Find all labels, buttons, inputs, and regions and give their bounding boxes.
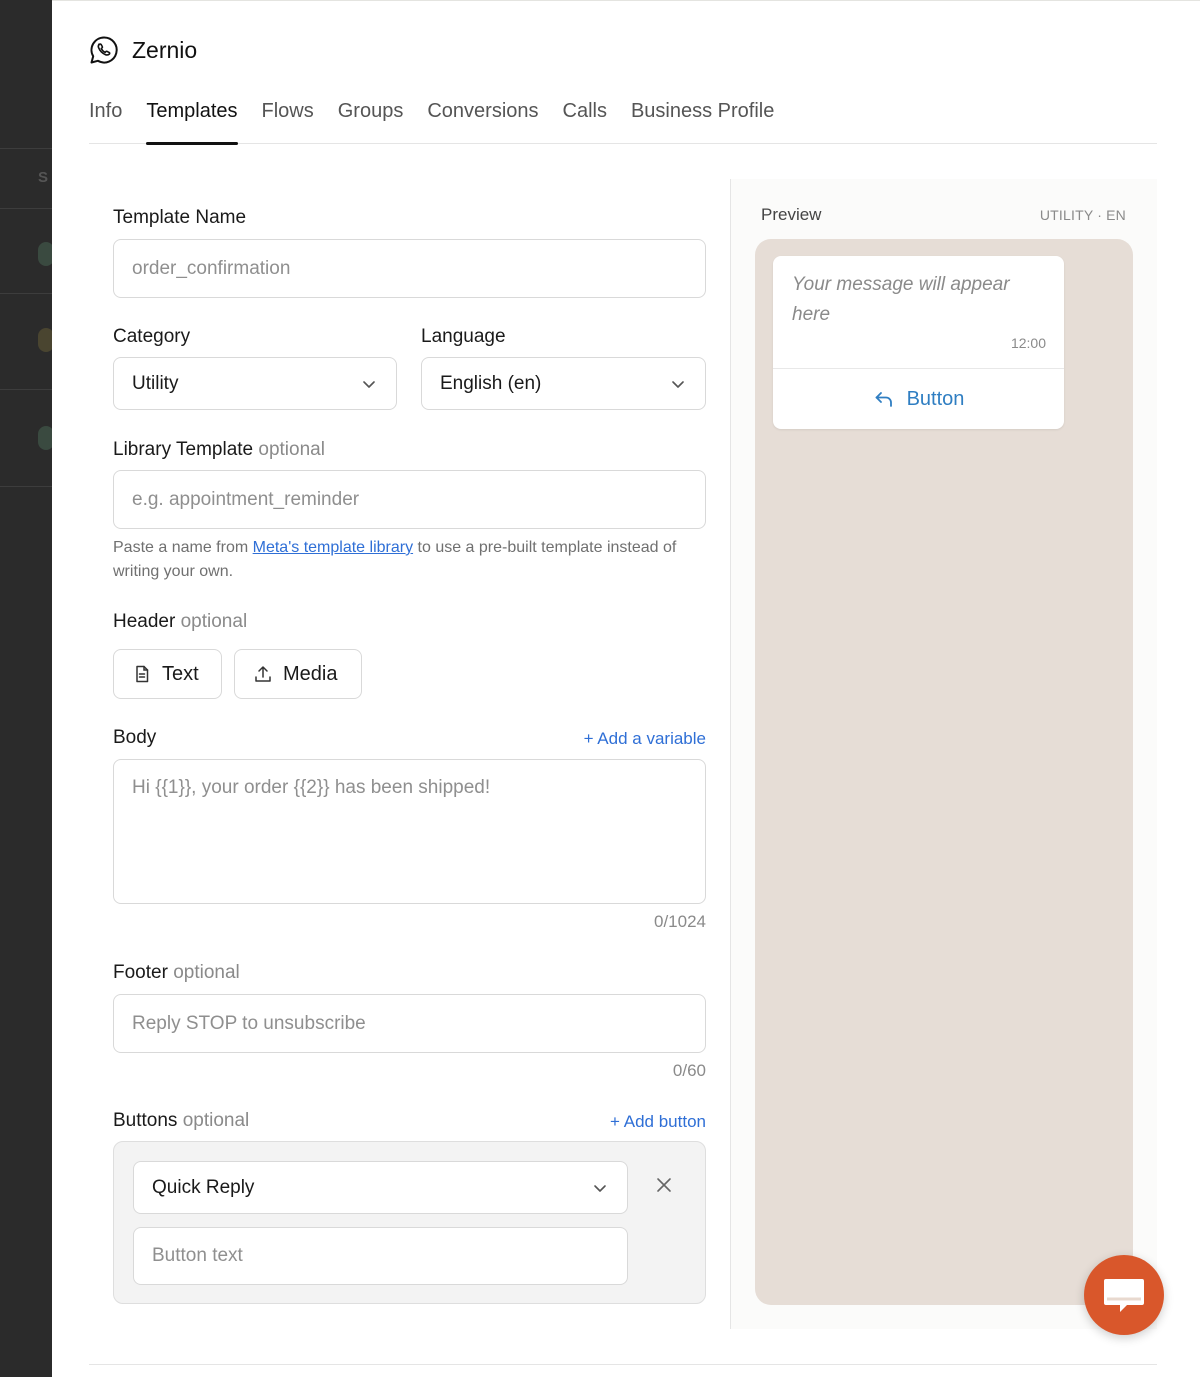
button-config-card: Quick Reply (113, 1141, 706, 1304)
library-template-input[interactable] (113, 470, 706, 529)
optional-tag: optional (180, 611, 248, 632)
header-text-button[interactable]: Text (113, 649, 222, 699)
body-char-counter: 0/1024 (654, 912, 706, 931)
header-media-button[interactable]: Media (234, 649, 362, 699)
backdrop-divider (0, 208, 52, 209)
language-value: English (en) (440, 372, 542, 394)
tab-info[interactable]: Info (89, 97, 122, 144)
backdrop-text: S (38, 169, 49, 186)
chevron-down-icon (594, 1184, 606, 1192)
message-time: 12:00 (1010, 335, 1046, 351)
library-template-label-text: Library Template (113, 439, 254, 460)
upload-icon (255, 666, 271, 682)
language-label: Language (421, 326, 506, 347)
category-select[interactable]: Utility (113, 357, 397, 410)
add-button-link[interactable]: + Add button (610, 1112, 706, 1132)
chat-icon (1104, 1279, 1144, 1312)
buttons-label-text: Buttons (113, 1110, 178, 1131)
message-placeholder: Your message will appear here (792, 274, 1010, 325)
preview-quick-reply-button: Button (773, 369, 1064, 429)
backdrop-divider (0, 486, 52, 487)
button-text-input[interactable] (133, 1227, 628, 1285)
buttons-label: Buttons optional (113, 1110, 249, 1132)
button-type-value: Quick Reply (152, 1176, 255, 1198)
library-template-help: Paste a name from Meta's template librar… (113, 536, 706, 584)
tab-calls[interactable]: Calls (563, 97, 607, 144)
backdrop-avatar (38, 426, 52, 450)
remove-button-icon[interactable] (654, 1175, 674, 1195)
tab-business-profile[interactable]: Business Profile (631, 97, 774, 144)
tab-flows[interactable]: Flows (262, 97, 314, 144)
preview-pane: Preview UTILITY · EN Your message will a… (731, 179, 1157, 1329)
optional-tag: optional (173, 962, 240, 983)
help-text: Paste a name from (113, 539, 253, 556)
whatsapp-icon (90, 36, 118, 64)
backdrop-avatar (38, 242, 52, 266)
preview-button-label: Button (906, 387, 965, 410)
footer-divider (89, 1364, 1157, 1365)
backdrop-divider (0, 148, 52, 149)
document-icon (136, 665, 149, 683)
backdrop-avatar (38, 328, 52, 352)
header-media-button-label: Media (283, 662, 338, 685)
support-chat-button[interactable] (1084, 1255, 1164, 1335)
category-value: Utility (132, 372, 179, 394)
header-text-button-label: Text (162, 662, 199, 685)
preview-title: Preview (761, 205, 822, 224)
message-bubble: Your message will appear here 12:00 Butt… (773, 256, 1064, 429)
tab-conversions[interactable]: Conversions (427, 97, 538, 144)
whatsapp-settings-panel: Zernio Info Templates Flows Groups Conve… (52, 0, 1200, 1377)
language-select[interactable]: English (en) (421, 357, 706, 410)
optional-tag: optional (258, 439, 325, 460)
chevron-down-icon (363, 380, 375, 388)
meta-template-library-link[interactable]: Meta's template library (253, 539, 413, 556)
account-header: Zernio (88, 34, 197, 66)
backdrop-divider (0, 389, 52, 390)
template-name-label: Template Name (113, 207, 247, 228)
add-variable-link[interactable]: + Add a variable (584, 729, 706, 749)
tab-templates[interactable]: Templates (146, 97, 238, 145)
modal-backdrop: S (0, 0, 52, 1377)
body-textarea[interactable] (113, 759, 706, 904)
backdrop-divider (0, 293, 52, 294)
header-label-text: Header (113, 611, 176, 632)
category-label: Category (113, 326, 191, 347)
body-label: Body (113, 727, 157, 748)
footer-input[interactable] (113, 994, 706, 1053)
footer-label-text: Footer (113, 962, 168, 983)
tab-groups[interactable]: Groups (338, 97, 404, 144)
chat-background: Your message will appear here 12:00 Butt… (755, 239, 1133, 1305)
footer-label: Footer optional (113, 962, 240, 984)
optional-tag: optional (182, 1110, 250, 1131)
button-type-select[interactable]: Quick Reply (133, 1161, 628, 1214)
header-label: Header optional (113, 611, 247, 633)
preview-meta: UTILITY · EN (1039, 207, 1126, 223)
tab-bar: Info Templates Flows Groups Conversions … (89, 97, 1157, 145)
template-name-input[interactable] (113, 239, 706, 298)
reply-icon (875, 392, 892, 407)
library-template-label: Library Template optional (113, 439, 325, 461)
footer-char-counter: 0/60 (672, 1061, 706, 1080)
account-name: Zernio (132, 36, 198, 63)
chevron-down-icon (672, 380, 684, 388)
